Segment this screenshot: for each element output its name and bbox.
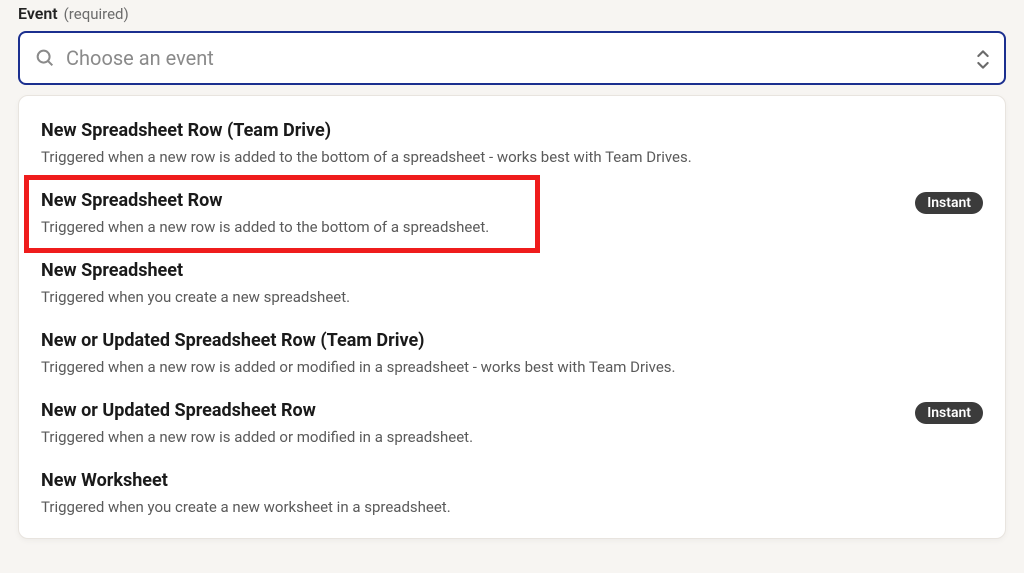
option-title: New Spreadsheet Row (Team Drive) bbox=[41, 120, 983, 141]
option-new-spreadsheet[interactable]: New Spreadsheet Triggered when you creat… bbox=[19, 250, 1005, 320]
option-new-spreadsheet-row-team-drive[interactable]: New Spreadsheet Row (Team Drive) Trigger… bbox=[19, 110, 1005, 180]
option-title: New or Updated Spreadsheet Row bbox=[41, 400, 915, 421]
option-new-worksheet[interactable]: New Worksheet Triggered when you create … bbox=[19, 460, 1005, 530]
option-desc: Triggered when a new row is added or mod… bbox=[41, 357, 983, 378]
field-label: Event (required) bbox=[18, 0, 1006, 23]
option-desc: Triggered when you create a new workshee… bbox=[41, 497, 983, 518]
search-icon bbox=[34, 47, 56, 69]
option-desc: Triggered when a new row is added or mod… bbox=[41, 427, 915, 448]
option-title: New Spreadsheet bbox=[41, 260, 983, 281]
field-label-name: Event bbox=[18, 4, 58, 23]
option-new-or-updated-spreadsheet-row-team-drive[interactable]: New or Updated Spreadsheet Row (Team Dri… bbox=[19, 320, 1005, 390]
field-label-required: (required) bbox=[64, 5, 129, 23]
option-new-spreadsheet-row[interactable]: New Spreadsheet Row Triggered when a new… bbox=[19, 180, 1005, 250]
event-select[interactable]: Choose an event bbox=[18, 31, 1006, 85]
chevron-updown-icon bbox=[976, 49, 990, 67]
option-desc: Triggered when a new row is added to the… bbox=[41, 147, 983, 168]
select-placeholder: Choose an event bbox=[66, 46, 214, 70]
instant-badge: Instant bbox=[915, 402, 983, 424]
option-title: New Spreadsheet Row bbox=[41, 190, 915, 211]
option-desc: Triggered when you create a new spreadsh… bbox=[41, 287, 983, 308]
option-title: New Worksheet bbox=[41, 470, 983, 491]
event-dropdown: New Spreadsheet Row (Team Drive) Trigger… bbox=[18, 95, 1006, 539]
option-desc: Triggered when a new row is added to the… bbox=[41, 217, 915, 238]
instant-badge: Instant bbox=[915, 192, 983, 214]
option-title: New or Updated Spreadsheet Row (Team Dri… bbox=[41, 330, 983, 351]
option-new-or-updated-spreadsheet-row[interactable]: New or Updated Spreadsheet Row Triggered… bbox=[19, 390, 1005, 460]
